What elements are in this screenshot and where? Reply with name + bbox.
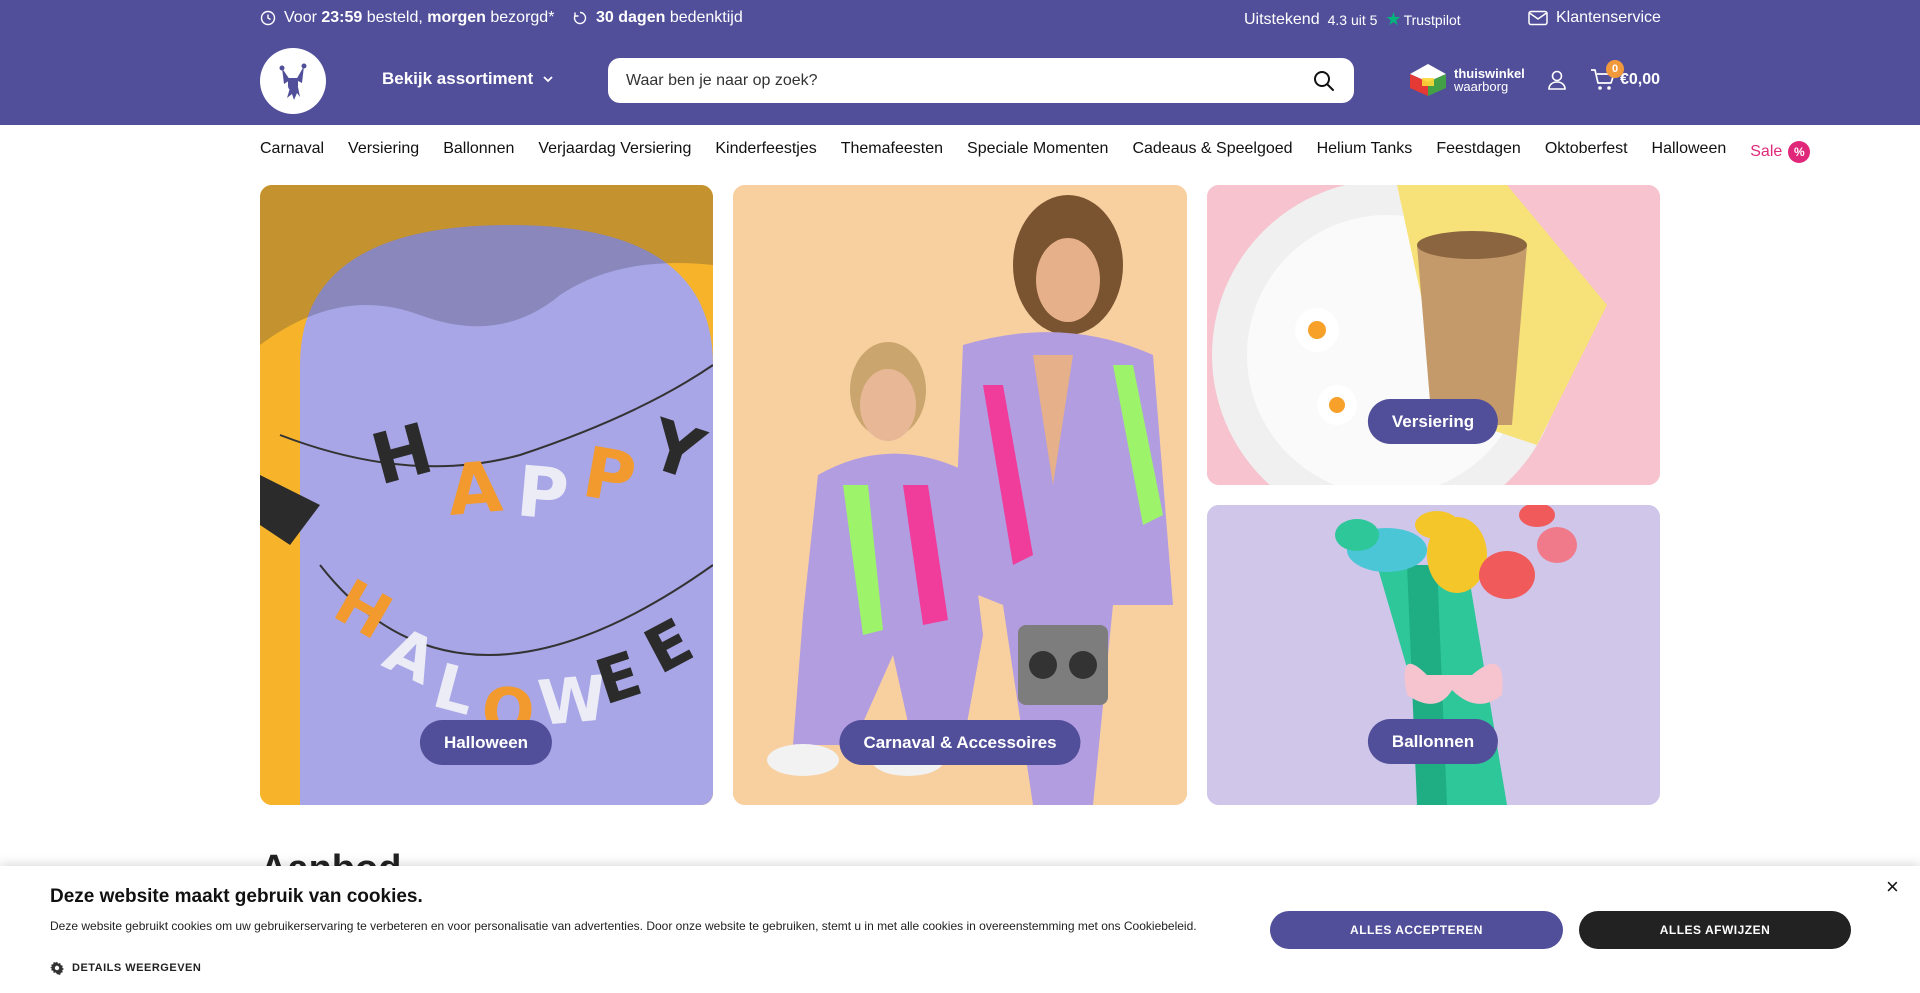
site-logo[interactable] [260, 48, 326, 114]
svg-text:A: A [444, 446, 505, 532]
jester-logo-icon [279, 63, 307, 100]
reject-all-cookies-button[interactable]: ALLES AFWIJZEN [1579, 911, 1851, 949]
nav-item-feestdagen[interactable]: Feestdagen [1436, 140, 1521, 164]
versiering-tile-button[interactable]: Versiering [1367, 399, 1499, 444]
svg-text:P: P [514, 450, 572, 536]
search-bar [608, 58, 1354, 103]
nav-item-sale[interactable]: Sale % [1750, 140, 1811, 164]
user-icon[interactable] [1545, 68, 1569, 92]
nav-item-carnaval[interactable]: Carnaval [260, 140, 324, 164]
return-info: 30 dagen bedenktijd [572, 9, 743, 27]
nav-item-cadeaus-speelgoed[interactable]: Cadeaus & Speelgoed [1132, 140, 1292, 164]
site-header: Voor 23:59 besteld, morgen bezorgd* 30 d… [0, 0, 1920, 125]
cart-total: €0,00 [1620, 71, 1661, 88]
return-arrow-icon [573, 11, 587, 25]
rating-word: Uitstekend [1244, 10, 1320, 28]
delivery-mid: besteld, [366, 9, 423, 26]
halloween-banner-image: H A P P Y H A L O W E E [260, 185, 713, 805]
thuiswinkel-line2: waarborg [1454, 79, 1509, 94]
gear-icon [50, 961, 64, 975]
accept-all-cookies-button[interactable]: ALLES ACCEPTEREN [1270, 911, 1563, 949]
return-text: bedenktijd [669, 9, 743, 26]
carnaval-costume-image [733, 185, 1187, 805]
delivery-day: morgen [427, 9, 486, 26]
delivery-time: 23:59 [321, 9, 363, 26]
cookie-details-label: DETAILS WEERGEVEN [72, 962, 202, 974]
nav-item-kinderfeestjes[interactable]: Kinderfeestjes [715, 140, 816, 164]
category-tile-versiering[interactable]: Versiering [1207, 185, 1660, 485]
delivery-post: bezorgd* [490, 9, 555, 26]
cookie-details-toggle[interactable]: DETAILS WEERGEVEN [50, 961, 201, 975]
search-icon[interactable] [1312, 69, 1336, 93]
top-bar: Voor 23:59 besteld, morgen bezorgd* 30 d… [260, 0, 1661, 38]
cookie-title: Deze website maakt gebruik van cookies. [50, 886, 423, 907]
delivery-info: Voor 23:59 besteld, morgen bezorgd* [260, 9, 554, 27]
assortment-label: Bekijk assortiment [382, 69, 534, 88]
assortment-dropdown[interactable]: Bekijk assortiment [382, 69, 555, 89]
nav-item-themafeesten[interactable]: Themafeesten [841, 140, 943, 164]
chevron-down-icon [543, 76, 553, 83]
clock-icon [260, 10, 276, 26]
category-tile-halloween[interactable]: H A P P Y H A L O W E E Halloween [260, 185, 713, 805]
trustpilot-rating[interactable]: Uitstekend 4.3 uit 5 ★ Trustpilot [1244, 9, 1461, 30]
nav-item-oktoberfest[interactable]: Oktoberfest [1545, 140, 1628, 164]
customer-service-link[interactable]: Klantenservice [1528, 9, 1661, 27]
cart-count-badge: 0 [1606, 60, 1624, 78]
category-tile-carnaval[interactable]: Carnaval & Accessoires [733, 185, 1187, 805]
trustpilot-star-icon: ★ [1385, 9, 1402, 29]
close-icon[interactable]: × [1886, 874, 1899, 900]
cookie-banner: Deze website maakt gebruik van cookies. … [0, 866, 1920, 993]
nav-item-ballonnen[interactable]: Ballonnen [443, 140, 514, 164]
ballonnen-tile-button[interactable]: Ballonnen [1367, 719, 1499, 764]
nav-item-helium-tanks[interactable]: Helium Tanks [1317, 140, 1413, 164]
nav-item-halloween[interactable]: Halloween [1652, 140, 1727, 164]
search-input[interactable] [626, 71, 1312, 90]
main-navigation: Carnaval Versiering Ballonnen Verjaardag… [260, 140, 1811, 164]
thuiswinkel-badge[interactable]: thuiswinkel waarborg [1408, 62, 1525, 98]
cart-button[interactable]: 0 €0,00 [1590, 60, 1661, 92]
thuiswinkel-logo-icon [1410, 64, 1446, 96]
cookie-text: Deze website gebruikt cookies om uw gebr… [50, 919, 1197, 933]
sale-percent-badge: % [1788, 141, 1811, 163]
halloween-tile-button[interactable]: Halloween [419, 720, 553, 765]
delivery-pre: Voor [284, 9, 317, 26]
return-days: 30 dagen [596, 9, 666, 26]
sale-label: Sale [1750, 143, 1783, 160]
rating-score: 4.3 uit 5 [1327, 11, 1378, 28]
customer-service-label: Klantenservice [1556, 9, 1661, 26]
nav-item-verjaardag-versiering[interactable]: Verjaardag Versiering [538, 140, 691, 164]
nav-item-versiering[interactable]: Versiering [348, 140, 419, 164]
category-tile-ballonnen[interactable]: Ballonnen [1207, 505, 1660, 805]
carnaval-tile-button[interactable]: Carnaval & Accessoires [839, 720, 1081, 765]
mail-icon [1528, 10, 1548, 26]
trustpilot-label: Trustpilot [1403, 11, 1461, 28]
nav-item-speciale-momenten[interactable]: Speciale Momenten [967, 140, 1108, 164]
